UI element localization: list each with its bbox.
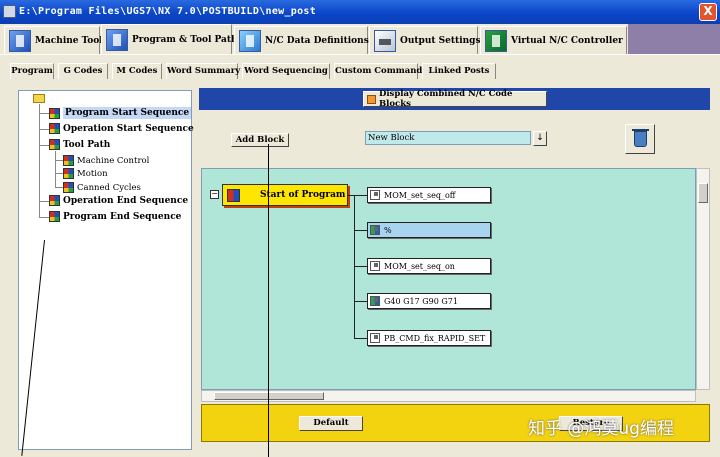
tab-label: N/C Data Definitions xyxy=(265,35,369,46)
tree-item-program-end-sequence[interactable]: Program End Sequence xyxy=(49,211,181,222)
sequence-icon xyxy=(63,182,74,193)
add-block-button[interactable]: Add Block xyxy=(231,133,289,147)
dropdown-arrow-icon[interactable]: ↓ xyxy=(533,131,547,146)
tab-label: Machine Tool xyxy=(35,35,103,46)
block-icon xyxy=(370,225,380,235)
sequence-icon xyxy=(49,139,60,150)
new-block-select[interactable]: New Block xyxy=(365,131,531,145)
sequence-icon xyxy=(49,211,60,222)
tree-item-tool-path[interactable]: Tool Path xyxy=(49,139,110,150)
trash-icon[interactable] xyxy=(625,124,655,154)
connector xyxy=(354,301,367,302)
tab-output-settings[interactable]: Output Settings xyxy=(369,26,481,54)
tab-nc-data-definitions[interactable]: N/C Data Definitions xyxy=(234,26,369,54)
tab-machine-tool[interactable]: Machine Tool xyxy=(4,26,103,54)
virtual-controller-icon xyxy=(485,29,507,52)
sequence-icon xyxy=(63,168,74,179)
tab-bar-filler xyxy=(628,24,720,54)
nc-block-label: G40 G17 G90 G71 xyxy=(384,296,458,306)
tree-item-motion[interactable]: Motion xyxy=(63,168,108,179)
connector xyxy=(354,195,367,196)
sequence-tree: Program Start Sequence Operation Start S… xyxy=(18,90,194,450)
horizontal-scrollbar[interactable] xyxy=(201,390,696,402)
nc-block-label: PB_CMD_fix_RAPID_SET xyxy=(384,333,486,343)
watermark: 知乎 @鸿莫ug编程 xyxy=(528,419,674,439)
tree-item-machine-control[interactable]: Machine Control xyxy=(63,155,149,166)
main-tab-bar: Machine Tool Program & Tool Path N/C Dat… xyxy=(0,24,720,54)
nc-block[interactable]: PB_CMD_fix_RAPID_SET xyxy=(367,330,491,346)
nc-block[interactable]: MOM_set_seq_off xyxy=(367,187,491,203)
machine-tool-icon xyxy=(9,29,31,52)
block-icon xyxy=(370,190,380,200)
block-icon xyxy=(370,261,380,271)
printer-icon xyxy=(374,29,396,52)
nc-data-icon xyxy=(239,29,261,52)
tab-label: Output Settings xyxy=(400,35,481,46)
sequence-icon xyxy=(49,107,60,119)
block-icon xyxy=(370,333,380,343)
display-combined-toggle[interactable]: Display Combined N/C Code Blocks xyxy=(363,89,547,109)
nc-block[interactable]: G40 G17 G90 G71 xyxy=(367,293,491,309)
tree-item-label: Motion xyxy=(77,168,108,179)
subtab-custom-command[interactable]: Custom Command xyxy=(334,63,422,79)
connector xyxy=(354,266,367,267)
subtab-m-codes[interactable]: M Codes xyxy=(112,63,162,79)
display-combined-label: Display Combined N/C Code Blocks xyxy=(378,89,513,109)
tab-label: Virtual N/C Controller xyxy=(511,35,623,46)
tree-item-label: Operation End Sequence xyxy=(63,195,189,206)
program-toolpath-icon xyxy=(106,28,128,51)
default-button[interactable]: Default xyxy=(299,416,363,431)
subtab-word-summary[interactable]: Word Summary xyxy=(166,63,240,79)
close-button[interactable]: X xyxy=(699,3,717,21)
subtab-word-sequencing[interactable]: Word Sequencing xyxy=(242,63,330,79)
tab-program-tool-path[interactable]: Program & Tool Path xyxy=(101,24,238,54)
subtab-linked-posts[interactable]: Linked Posts xyxy=(422,63,496,79)
tree-item-label: Operation Start Sequence xyxy=(63,123,194,134)
tree-item-program-start-sequence[interactable]: Program Start Sequence xyxy=(49,107,192,119)
checkbox-icon xyxy=(367,94,376,104)
tree-item-operation-end-sequence[interactable]: Operation End Sequence xyxy=(49,195,188,206)
connector xyxy=(354,338,367,339)
subtab-program[interactable]: Program xyxy=(10,63,54,79)
vertical-scrollbar[interactable] xyxy=(696,168,710,390)
sequence-tree-panel: Program Start Sequence Operation Start S… xyxy=(0,82,196,457)
tree-item-label: Canned Cycles xyxy=(77,182,141,193)
event-label: Start of Program xyxy=(260,190,346,200)
nc-block[interactable]: MOM_set_seq_on xyxy=(367,258,491,274)
tree-item-label: Machine Control xyxy=(77,155,150,166)
sequence-icon xyxy=(63,155,74,166)
sequence-icon xyxy=(49,195,60,206)
block-icon xyxy=(370,296,380,306)
sub-tab-bar: Program G Codes M Codes Word Summary Wor… xyxy=(0,54,720,82)
tab-virtual-nc-controller[interactable]: Virtual N/C Controller xyxy=(480,26,627,54)
nc-block-label: % xyxy=(384,225,392,235)
nc-block-label: MOM_set_seq_on xyxy=(384,261,455,271)
tab-label: Program & Tool Path xyxy=(132,34,238,45)
nc-block-label: MOM_set_seq_off xyxy=(384,190,456,200)
window-title: E:\Program Files\UGS7\NX 7.0\POSTBUILD\n… xyxy=(19,6,317,17)
tree-item-label: Program Start Sequence xyxy=(63,107,192,119)
tree-item-operation-start-sequence[interactable]: Operation Start Sequence xyxy=(49,123,194,134)
subtab-g-codes[interactable]: G Codes xyxy=(58,63,108,79)
event-start-of-program[interactable]: Start of Program xyxy=(222,184,348,206)
tree-item-label: Program End Sequence xyxy=(63,211,182,222)
event-icon xyxy=(227,188,240,202)
tree-item-label: Tool Path xyxy=(63,139,111,150)
app-icon xyxy=(3,5,16,18)
connector xyxy=(354,230,367,231)
nc-block[interactable]: % xyxy=(367,222,491,238)
annotation-line xyxy=(268,144,269,457)
folder-icon xyxy=(33,94,45,103)
tree-item-canned-cycles[interactable]: Canned Cycles xyxy=(63,182,141,193)
sequence-icon xyxy=(49,123,60,134)
collapse-toggle[interactable]: − xyxy=(210,190,219,199)
title-bar: E:\Program Files\UGS7\NX 7.0\POSTBUILD\n… xyxy=(0,0,720,24)
